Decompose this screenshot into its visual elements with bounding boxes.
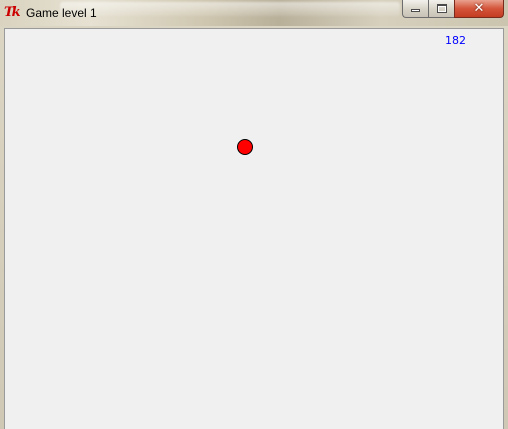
minimize-icon [411,9,420,12]
title-bar[interactable]: Tk Game level 1 ✕ [0,0,508,26]
title-bar-sheen [60,2,400,16]
tk-feather-icon[interactable]: Tk [4,5,22,21]
score-counter: 182 [445,34,466,47]
ball [237,139,253,155]
caption-buttons: ✕ [402,0,504,19]
close-icon: ✕ [473,1,485,16]
maximize-button[interactable] [428,0,454,18]
close-button[interactable]: ✕ [454,0,504,18]
game-canvas[interactable]: 182 [4,28,504,429]
app-window: Tk Game level 1 ✕ 182 [0,0,508,429]
minimize-button[interactable] [402,0,428,18]
window-title: Game level 1 [26,6,97,20]
maximize-icon [437,4,447,13]
